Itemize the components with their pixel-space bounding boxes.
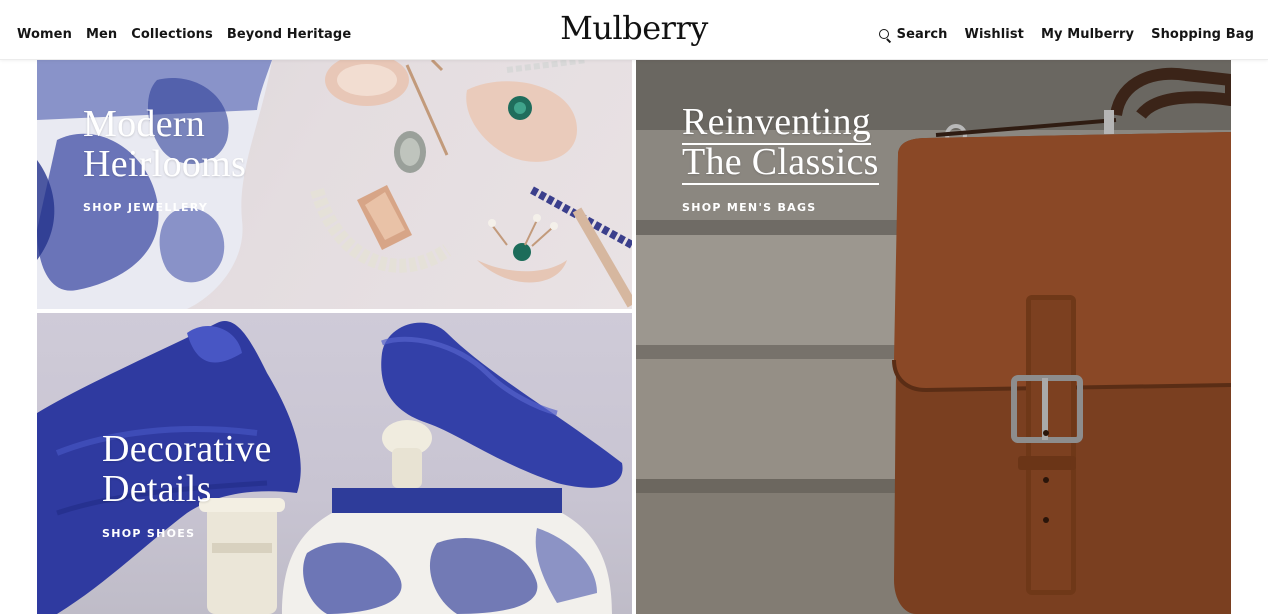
search-label: Search xyxy=(896,27,948,42)
shopping-bag-link[interactable]: Shopping Bag xyxy=(1151,27,1254,43)
my-mulberry-link[interactable]: My Mulberry xyxy=(1041,27,1134,43)
jewellery-title-line1: Modern xyxy=(83,103,206,145)
mens-bags-title: Reinventing The Classics xyxy=(682,101,879,185)
search-icon xyxy=(878,28,892,42)
search-button[interactable]: Search xyxy=(878,27,948,43)
mens-bags-title-line2: The Classics xyxy=(682,141,879,185)
jewellery-title-line2: Heirlooms xyxy=(83,143,247,185)
nav-women-link[interactable]: Women xyxy=(17,27,72,43)
shop-jewellery-link[interactable]: SHOP JEWELLERY xyxy=(83,201,208,214)
site-header: Women Men Collections Beyond Heritage Mu… xyxy=(0,0,1268,60)
nav-men-link[interactable]: Men xyxy=(86,27,117,43)
mulberry-logo[interactable]: Mulberry xyxy=(560,8,708,48)
shoes-title-line1: Decorative xyxy=(102,428,272,470)
nav-collections-link[interactable]: Collections xyxy=(131,27,213,43)
wishlist-link[interactable]: Wishlist xyxy=(965,27,1024,43)
shop-mens-bags-link[interactable]: SHOP MEN'S BAGS xyxy=(682,201,817,214)
shoes-title: Decorative Details xyxy=(102,429,272,509)
shoes-promo-tile[interactable]: Decorative Details SHOP SHOES xyxy=(37,313,632,614)
mens-bags-title-line1: Reinventing xyxy=(682,101,872,145)
mens-bags-promo-tile[interactable]: Reinventing The Classics SHOP MEN'S BAGS xyxy=(636,60,1231,614)
nav-beyond-heritage-link[interactable]: Beyond Heritage xyxy=(227,27,351,43)
jewellery-title: Modern Heirlooms xyxy=(83,104,246,184)
utility-nav: Search Wishlist My Mulberry Shopping Bag xyxy=(878,27,1254,43)
shoes-title-line2: Details xyxy=(102,468,212,510)
jewellery-promo-tile[interactable]: Modern Heirlooms SHOP JEWELLERY xyxy=(37,60,632,309)
primary-nav: Women Men Collections Beyond Heritage xyxy=(17,27,351,43)
shop-shoes-link[interactable]: SHOP SHOES xyxy=(102,527,195,540)
